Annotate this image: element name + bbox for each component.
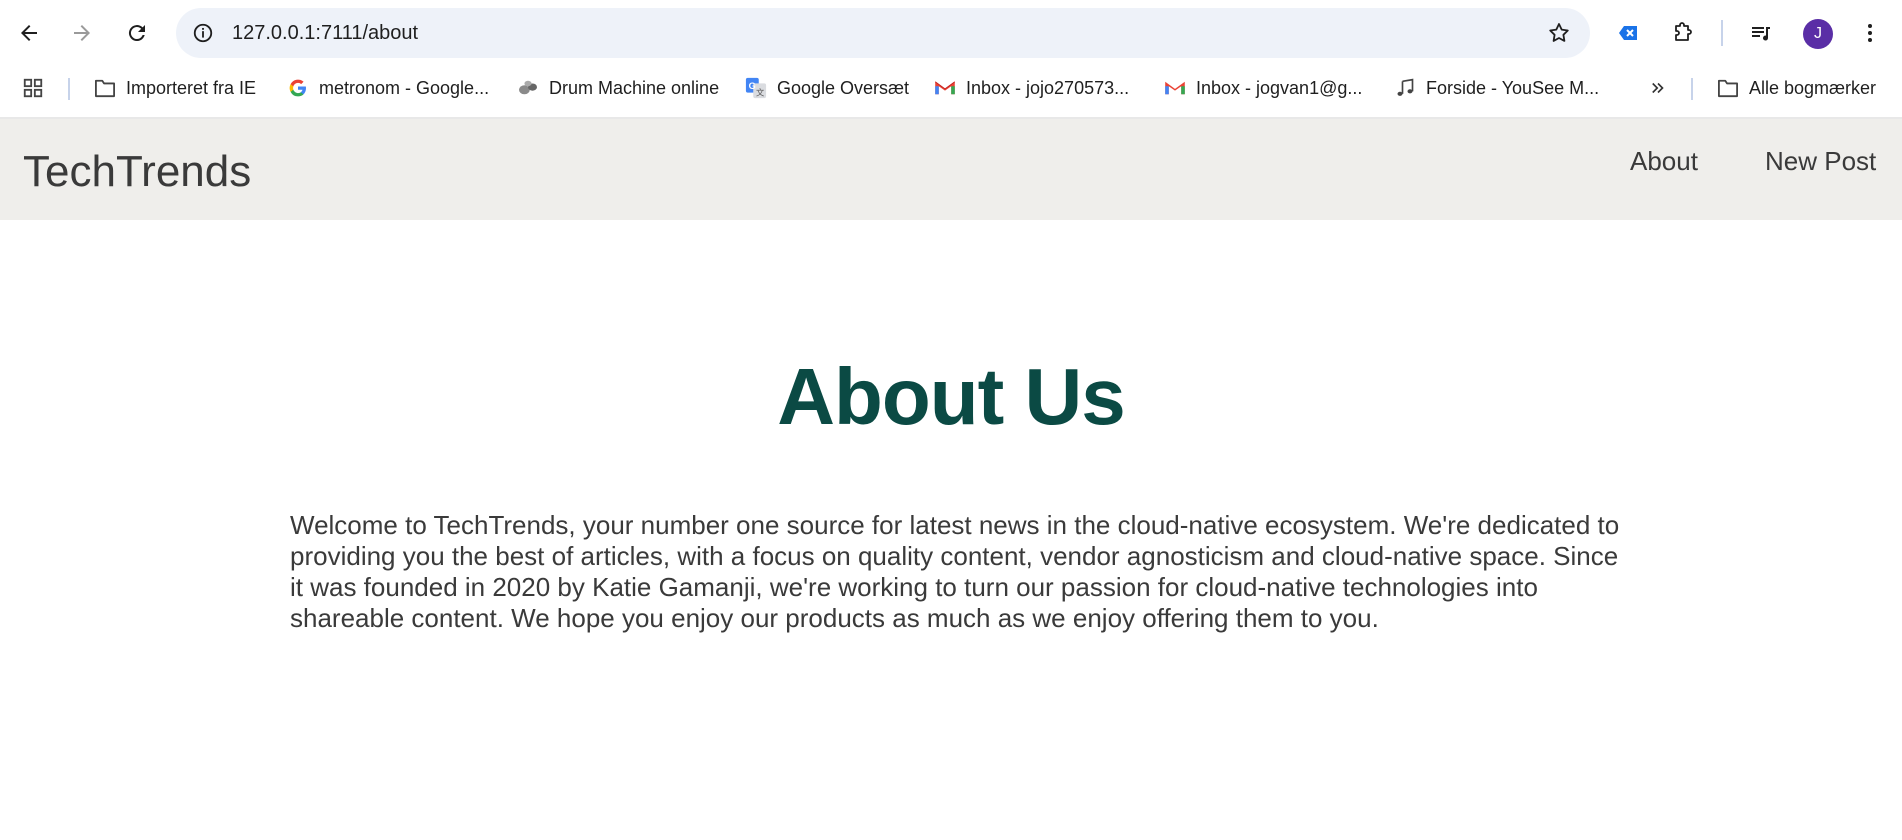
bookmark-label: Drum Machine online bbox=[549, 77, 720, 98]
bookmarks-divider bbox=[68, 78, 70, 100]
google-icon bbox=[287, 77, 309, 99]
bookmarks-bar: Importeret fra IE metronom - Google... D… bbox=[0, 66, 1902, 111]
browser-menu-button[interactable] bbox=[1850, 13, 1890, 53]
browser-toolbar: 127.0.0.1:7111/about J bbox=[0, 0, 1902, 66]
bookmark-item[interactable]: Inbox - jojo270573... bbox=[934, 74, 1129, 102]
folder-icon bbox=[94, 77, 116, 99]
apps-grid-icon bbox=[22, 77, 44, 99]
svg-text:G: G bbox=[749, 81, 756, 91]
brand-logo-link[interactable]: TechTrends bbox=[23, 147, 251, 197]
reload-button[interactable] bbox=[117, 13, 157, 53]
bookmark-item[interactable]: Importeret fra IE bbox=[94, 74, 256, 102]
folder-icon bbox=[1717, 77, 1739, 99]
x-extension-icon bbox=[1619, 26, 1637, 40]
address-bar[interactable]: 127.0.0.1:7111/about bbox=[176, 8, 1590, 58]
about-paragraph: Welcome to TechTrends, your number one s… bbox=[290, 510, 1620, 633]
all-bookmarks-label: Alle bogmærker bbox=[1749, 77, 1877, 98]
more-bookmarks-button[interactable] bbox=[1647, 74, 1679, 102]
bookmark-item[interactable]: G文 Google Oversæt bbox=[745, 74, 909, 102]
page-title: About Us bbox=[777, 352, 1126, 441]
profile-avatar[interactable]: J bbox=[1803, 19, 1833, 49]
playlist-icon bbox=[1752, 27, 1770, 41]
site-navbar: TechTrends About New Post bbox=[0, 119, 1902, 220]
media-control-button[interactable] bbox=[1741, 13, 1781, 53]
bookmark-item[interactable]: metronom - Google... bbox=[287, 74, 489, 102]
arrow-right-icon bbox=[74, 25, 90, 41]
bookmark-item[interactable]: Drum Machine online bbox=[517, 74, 719, 102]
gmail-icon bbox=[1164, 77, 1186, 99]
puzzle-icon bbox=[1675, 22, 1692, 41]
bookmark-item[interactable]: Inbox - jogvan1@g... bbox=[1164, 74, 1362, 102]
bookmark-label: Inbox - jogvan1@g... bbox=[1196, 77, 1363, 98]
bookmark-label: Inbox - jojo270573... bbox=[966, 77, 1130, 98]
reload-icon bbox=[128, 25, 145, 42]
bookmark-label: metronom - Google... bbox=[319, 77, 490, 98]
gmail-icon bbox=[934, 77, 956, 99]
more-vertical-icon bbox=[1868, 24, 1872, 42]
google-translate-icon: G文 bbox=[745, 77, 767, 99]
nav-link-about[interactable]: About bbox=[1630, 146, 1698, 176]
bookmark-label: Forside - YouSee M... bbox=[1426, 77, 1600, 98]
apps-button[interactable] bbox=[22, 74, 54, 102]
music-note-icon bbox=[1394, 77, 1416, 99]
toolbar-divider bbox=[1721, 20, 1723, 46]
site-info-icon[interactable] bbox=[190, 20, 216, 46]
back-button[interactable] bbox=[9, 13, 49, 53]
bookmarks-divider bbox=[1691, 78, 1693, 100]
bookmark-item[interactable]: Forside - YouSee M... bbox=[1394, 74, 1599, 102]
arrow-left-icon bbox=[21, 25, 37, 41]
chevron-double-right-icon bbox=[1647, 77, 1669, 99]
bookmark-star-icon[interactable] bbox=[1546, 20, 1572, 46]
bookmark-label: Importeret fra IE bbox=[126, 77, 257, 98]
extension-button[interactable] bbox=[1609, 13, 1649, 53]
forward-button[interactable] bbox=[62, 13, 102, 53]
all-bookmarks-button[interactable]: Alle bogmærker bbox=[1717, 74, 1876, 102]
svg-text:文: 文 bbox=[756, 87, 764, 97]
drum-machine-icon bbox=[517, 77, 539, 99]
url-text[interactable]: 127.0.0.1:7111/about bbox=[232, 21, 418, 45]
nav-link-new-post[interactable]: New Post bbox=[1765, 146, 1876, 176]
bookmark-label: Google Oversæt bbox=[777, 77, 910, 98]
extensions-button[interactable] bbox=[1663, 13, 1703, 53]
